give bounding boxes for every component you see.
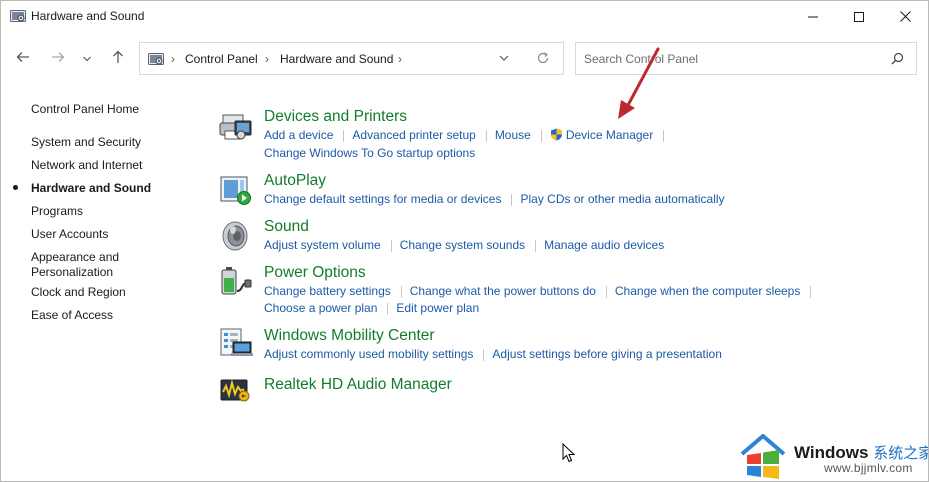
link-divider [605,285,607,298]
up-button[interactable] [107,47,129,69]
link-change-battery-settings[interactable]: Change battery settings [264,284,391,298]
forward-arrow-icon [51,51,65,66]
watermark-url: www.bjjmlv.com [824,461,913,475]
link-divider [540,129,542,142]
sidebar-item-system-and-security[interactable]: System and Security [31,135,141,150]
link-manage-audio-devices[interactable]: Manage audio devices [544,238,664,252]
link-divider [483,348,485,361]
link-mouse[interactable]: Mouse [495,128,531,142]
sound-title[interactable]: Sound [264,218,309,236]
autoplay-icon[interactable] [219,174,253,208]
sound-links: Adjust system volume Change system sounds… [264,238,664,252]
up-arrow-icon [112,50,124,67]
link-adjust-settings-before-presentation[interactable]: Adjust settings before giving a presenta… [492,347,721,361]
printer-icon[interactable] [219,111,253,145]
link-divider [390,239,392,252]
watermark-brand-en: Windows [794,443,869,462]
power-options-links-row2: Choose a power plan Edit power plan [264,301,479,315]
sidebar-item-programs[interactable]: Programs [31,204,83,219]
sidebar-item-clock-and-region[interactable]: Clock and Region [31,285,126,300]
mouse-cursor-icon [562,443,576,463]
autoplay-title[interactable]: AutoPlay [264,172,326,190]
breadcrumb-control-panel[interactable]: Control Panel [185,52,258,66]
windows-house-logo-icon [740,434,786,479]
power-options-links: Change battery settings Change what the p… [264,284,819,298]
minimize-button[interactable] [790,1,836,32]
window-title: Hardware and Sound [31,9,145,23]
watermark-brand: Windows 系统之家 [794,442,929,463]
realtek-audio-icon[interactable] [219,377,253,411]
uac-shield-icon [550,128,563,144]
devices-and-printers-links-row2: Change Windows To Go startup options [264,146,475,160]
speaker-icon[interactable] [219,220,253,254]
refresh-icon [536,52,550,68]
back-arrow-icon [16,51,30,66]
link-change-system-sounds[interactable]: Change system sounds [400,238,525,252]
windows-mobility-center-links: Adjust commonly used mobility settings Ad… [264,347,722,361]
link-advanced-printer-setup[interactable]: Advanced printer setup [352,128,475,142]
link-divider [400,285,402,298]
address-dropdown-button[interactable] [498,52,510,67]
link-divider [810,285,812,298]
control-panel-window: Hardware and Sound › Control Panel › Har… [0,0,929,482]
control-panel-icon [148,52,164,66]
address-bar[interactable]: › Control Panel › Hardware and Sound › [139,42,564,75]
back-button[interactable] [12,47,34,69]
breadcrumb-separator: › [171,52,175,66]
recent-locations-button[interactable] [78,47,96,69]
sidebar-item-appearance-and-personalization[interactable]: Appearance and Personalization [31,250,151,280]
minimize-icon [808,12,818,22]
breadcrumb-hardware-and-sound[interactable]: Hardware and Sound [280,52,393,66]
link-play-cds-or-other-media[interactable]: Play CDs or other media automatically [520,192,724,206]
close-icon [899,11,911,22]
control-panel-icon [10,9,26,23]
link-change-default-settings-for-media[interactable]: Change default settings for media or dev… [264,192,501,206]
link-adjust-mobility-settings[interactable]: Adjust commonly used mobility settings [264,347,473,361]
devices-and-printers-links: Add a device Advanced printer setup Mouse D… [264,128,672,144]
sidebar-item-ease-of-access[interactable]: Ease of Access [31,308,113,323]
title-bar: Hardware and Sound [1,1,928,32]
watermark: Windows 系统之家 www.bjjmlv.com [740,433,929,479]
battery-icon[interactable] [219,265,253,299]
link-change-what-power-buttons-do[interactable]: Change what the power buttons do [410,284,596,298]
link-divider [663,129,665,142]
annotation-arrow-icon [618,47,660,119]
active-item-bullet [13,185,18,190]
link-divider [343,129,345,142]
chevron-down-icon [83,51,91,65]
watermark-brand-cn: 系统之家 [873,445,929,462]
devices-and-printers-title[interactable]: Devices and Printers [264,108,407,126]
sidebar-item-network-and-internet[interactable]: Network and Internet [31,158,142,173]
link-add-a-device[interactable]: Add a device [264,128,333,142]
sidebar-item-control-panel-home[interactable]: Control Panel Home [31,102,139,117]
refresh-button[interactable] [536,51,550,68]
link-change-windows-to-go-startup-options[interactable]: Change Windows To Go startup options [264,146,475,160]
close-button[interactable] [882,1,928,32]
link-edit-power-plan[interactable]: Edit power plan [396,301,479,315]
link-device-manager[interactable]: Device Manager [566,128,653,142]
mobility-center-icon[interactable] [219,327,253,361]
link-choose-a-power-plan[interactable]: Choose a power plan [264,301,377,315]
breadcrumb-separator: › [398,52,402,66]
sidebar-item-hardware-and-sound[interactable]: Hardware and Sound [31,181,151,196]
link-divider [387,302,389,315]
link-adjust-system-volume[interactable]: Adjust system volume [264,238,381,252]
windows-mobility-center-title[interactable]: Windows Mobility Center [264,327,435,345]
sidebar-item-user-accounts[interactable]: User Accounts [31,227,108,242]
realtek-hd-audio-manager-title[interactable]: Realtek HD Audio Manager [264,376,452,394]
link-divider [485,129,487,142]
chevron-down-icon [498,53,510,67]
search-icon[interactable] [891,52,904,68]
breadcrumb-separator: › [265,52,269,66]
maximize-icon [854,11,864,22]
power-options-title[interactable]: Power Options [264,264,366,282]
forward-button[interactable] [47,47,69,69]
link-divider [535,239,537,252]
link-change-when-computer-sleeps[interactable]: Change when the computer sleeps [615,284,800,298]
link-divider [511,193,513,206]
maximize-button[interactable] [836,1,882,32]
autoplay-links: Change default settings for media or dev… [264,192,725,206]
